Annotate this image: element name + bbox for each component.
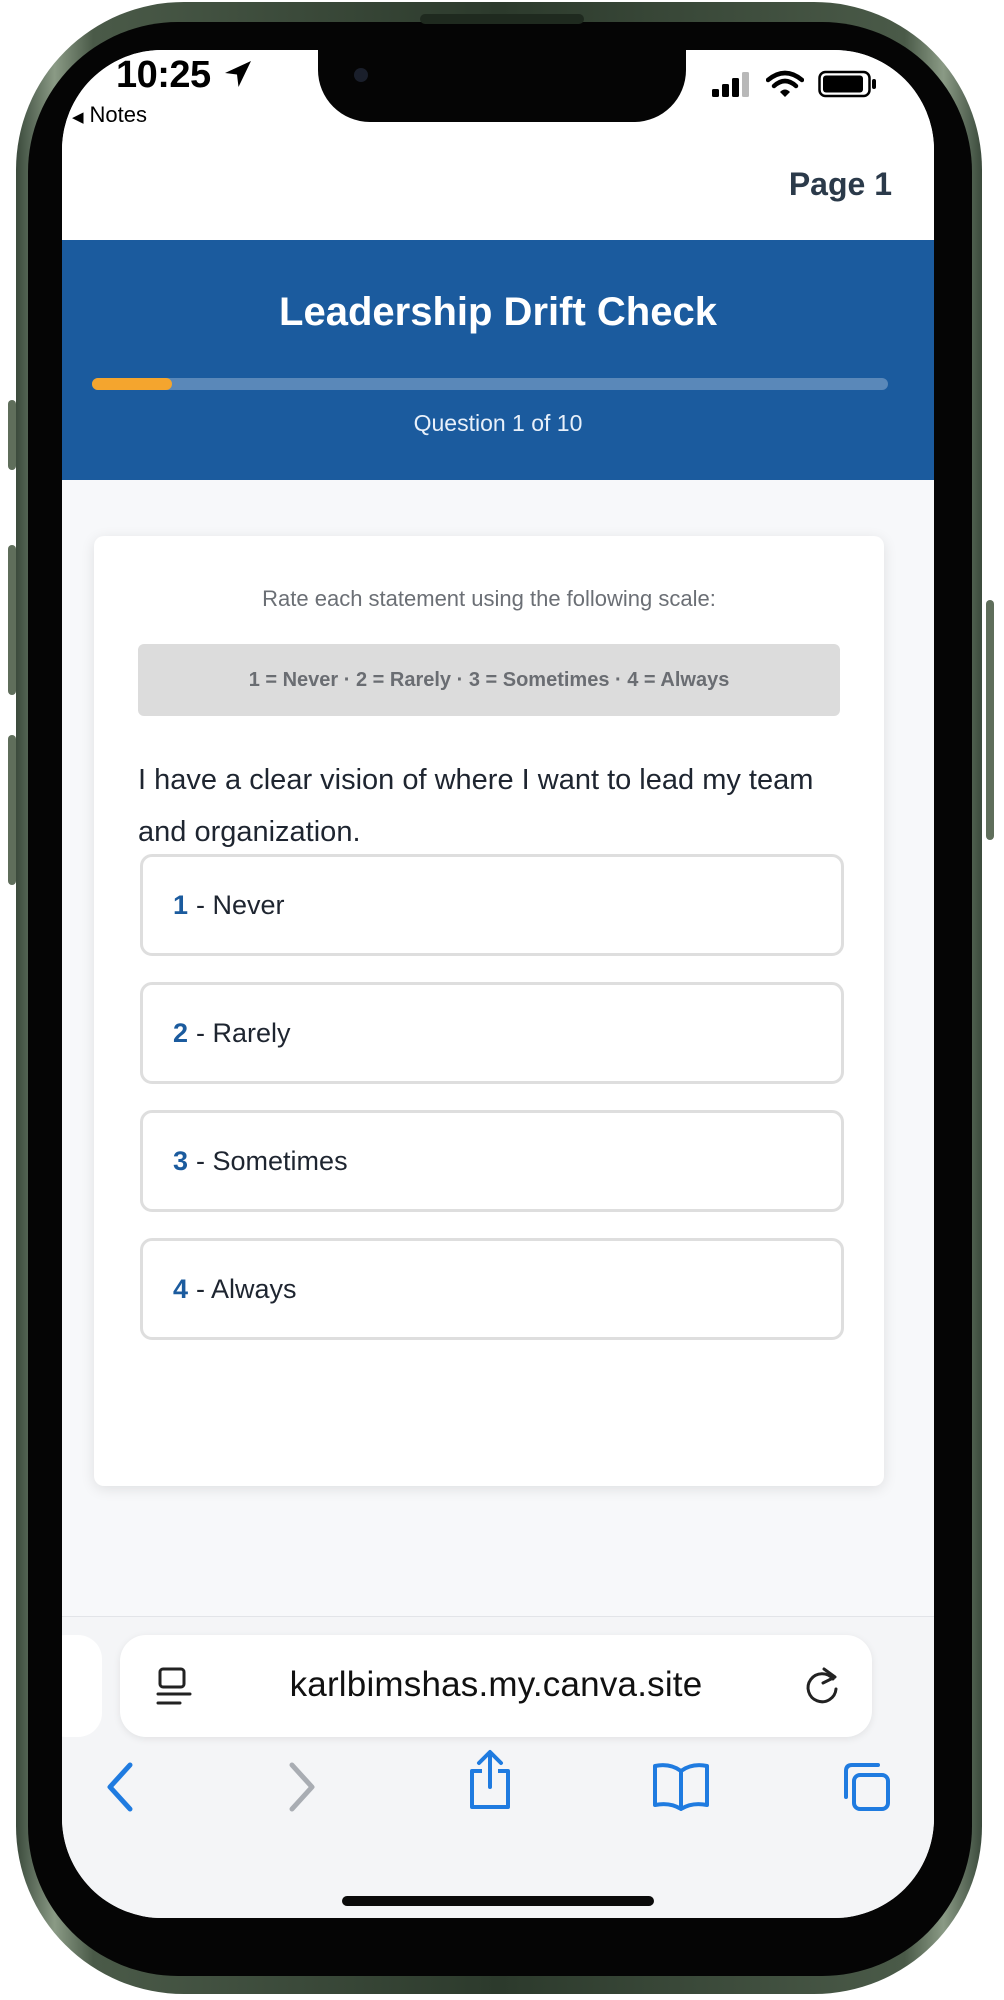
- back-app-label: Notes: [89, 102, 148, 127]
- answer-option-never[interactable]: 1 - Never: [140, 854, 844, 956]
- mute-switch: [8, 400, 16, 470]
- option-number: 1: [173, 889, 189, 920]
- page-number-label: Page 1: [788, 166, 892, 202]
- back-triangle-icon: ◀: [72, 109, 84, 126]
- option-label: - Never: [196, 889, 285, 920]
- bookmarks-icon[interactable]: [652, 1761, 710, 1816]
- forward-icon[interactable]: [284, 1761, 320, 1818]
- phone-screen: 10:25 ◀ Notes Page 1 Leadership Drift Ch…: [62, 50, 934, 1918]
- tabs-icon[interactable]: [840, 1761, 892, 1818]
- battery-icon: [818, 70, 878, 103]
- reload-icon[interactable]: [802, 1665, 842, 1712]
- progress-bar: [92, 378, 888, 390]
- status-time: 10:25: [116, 54, 211, 96]
- home-indicator[interactable]: [342, 1896, 654, 1906]
- answer-option-always[interactable]: 4 - Always: [140, 1238, 844, 1340]
- front-camera-icon: [354, 68, 368, 82]
- share-icon[interactable]: [466, 1749, 514, 1816]
- location-arrow-icon: [222, 58, 254, 95]
- previous-tab-pill[interactable]: [62, 1635, 102, 1737]
- status-indicators: [712, 70, 878, 103]
- option-label: - Sometimes: [196, 1145, 348, 1176]
- option-label: - Always: [196, 1273, 297, 1304]
- question-card: Rate each statement using the following …: [94, 536, 884, 1486]
- question-text: I have a clear vision of where I want to…: [138, 764, 814, 848]
- option-label: - Rarely: [196, 1017, 291, 1048]
- option-number: 4: [173, 1273, 189, 1304]
- scale-legend-text: 1 = Never · 2 = Rarely · 3 = Sometimes ·…: [248, 668, 730, 691]
- scale-instructions: Rate each statement using the following …: [262, 586, 716, 611]
- cellular-signal-icon: [712, 71, 752, 102]
- power-button: [986, 600, 994, 840]
- scale-legend: 1 = Never · 2 = Rarely · 3 = Sometimes ·…: [138, 644, 840, 716]
- answer-option-sometimes[interactable]: 3 - Sometimes: [140, 1110, 844, 1212]
- volume-down-button: [8, 735, 16, 885]
- camera-notch: [318, 50, 686, 122]
- answer-option-rarely[interactable]: 2 - Rarely: [140, 982, 844, 1084]
- quiz-title: Leadership Drift Check: [279, 290, 717, 334]
- wifi-icon: [765, 70, 805, 103]
- back-to-app-link[interactable]: ◀ Notes: [72, 102, 147, 128]
- speaker-grille: [420, 14, 584, 24]
- back-icon[interactable]: [102, 1761, 138, 1818]
- option-number: 3: [173, 1145, 189, 1176]
- browser-bottom-bar: karlbimshas.my.canva.site: [62, 1616, 934, 1918]
- option-number: 2: [173, 1017, 189, 1048]
- url-text: karlbimshas.my.canva.site: [289, 1665, 703, 1704]
- quiz-header: Leadership Drift Check Question 1 of 10: [62, 240, 934, 480]
- volume-up-button: [8, 545, 16, 695]
- question-counter: Question 1 of 10: [413, 410, 583, 436]
- address-bar[interactable]: karlbimshas.my.canva.site: [120, 1635, 872, 1737]
- progress-bar-fill: [92, 378, 172, 390]
